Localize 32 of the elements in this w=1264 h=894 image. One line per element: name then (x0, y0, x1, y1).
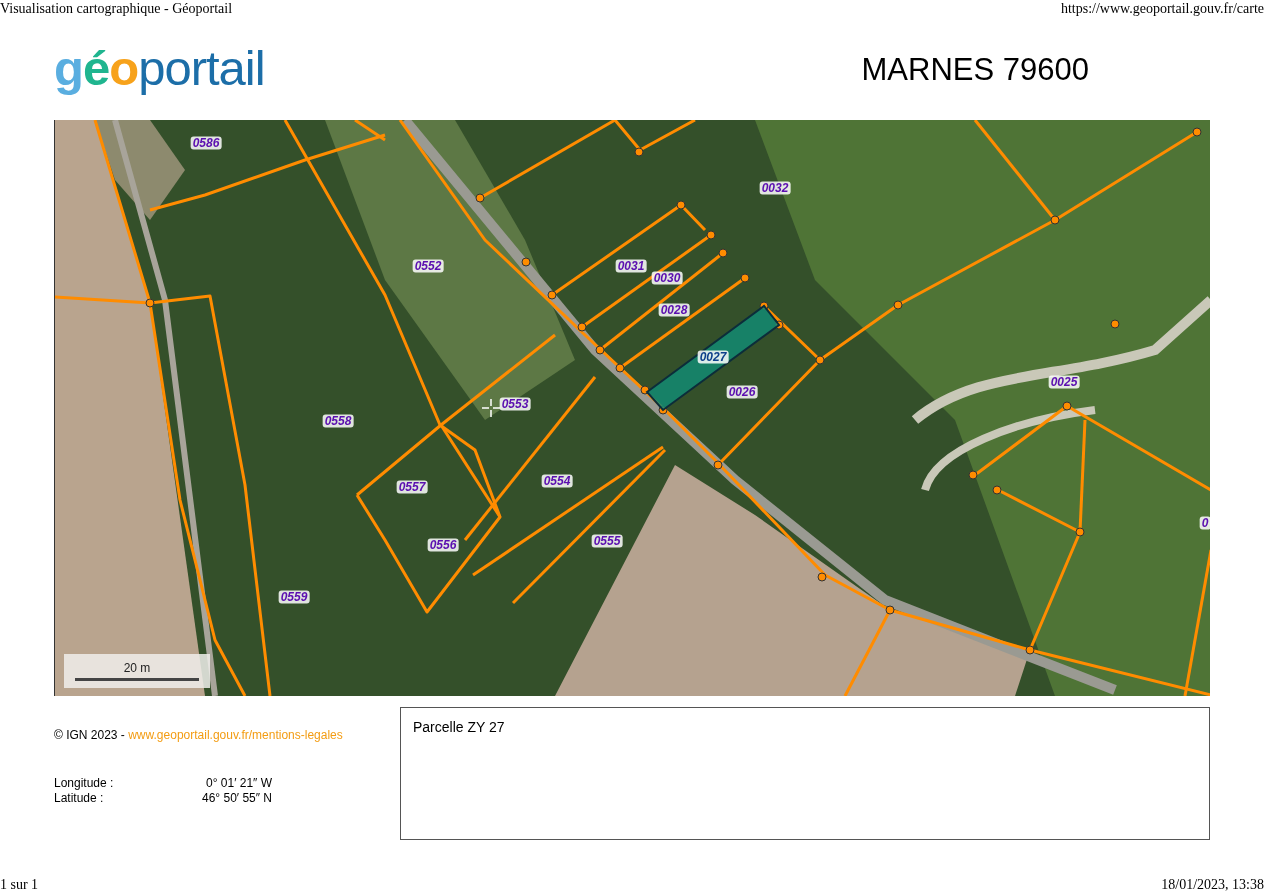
parcel-label: 0586 (190, 136, 222, 150)
legal-link[interactable]: www.geoportail.gouv.fr/mentions-legales (128, 728, 343, 742)
coordinate-label: Latitude : (54, 791, 105, 805)
geoportail-logo: géoportail (54, 43, 265, 93)
copyright-text: © IGN 2023 - www.geoportail.gouv.fr/mentions-legales (54, 728, 344, 742)
parcel-label: 0556 (427, 538, 459, 552)
place-title: MARNES 79600 (861, 52, 1089, 88)
print-header-url: https://www.geoportail.gouv.fr/carte (1060, 0, 1264, 18)
coordinate-value: 46° 50′ 55″ N (201, 791, 272, 805)
print-date: 18/01/2023, 13:38 (1161, 876, 1264, 894)
print-header-title: Visualisation cartographique - Géoportail (0, 0, 233, 18)
page-count: 1 sur 1 (0, 876, 39, 894)
parcel-label: 0027 (697, 350, 729, 364)
parcel-label: 0555 (591, 534, 623, 548)
coordinate-label: Longitude : (54, 776, 115, 790)
parcel-label: 0558 (322, 414, 354, 428)
parcel-label: 0 (1199, 516, 1210, 530)
parcel-label: 0032 (759, 181, 791, 195)
parcel-label: 0025 (1048, 375, 1080, 389)
parcel-label: 0557 (396, 480, 428, 494)
coordinate-value: 0° 01′ 21″ W (205, 776, 272, 790)
parcel-label: 0026 (726, 385, 758, 399)
parcel-label: 0553 (499, 397, 531, 411)
parcel-label: 0031 (615, 259, 647, 273)
parcel-label: 0559 (278, 590, 310, 604)
scale-label: 20 m (123, 661, 151, 675)
parcel-label: 0028 (658, 303, 690, 317)
parcel-label: 0030 (651, 271, 683, 285)
parcel-label: 0552 (412, 259, 444, 273)
parcel-label: 0554 (541, 474, 573, 488)
crosshair-icon (482, 399, 500, 417)
parcel-info-text: Parcelle ZY 27 (413, 719, 505, 735)
